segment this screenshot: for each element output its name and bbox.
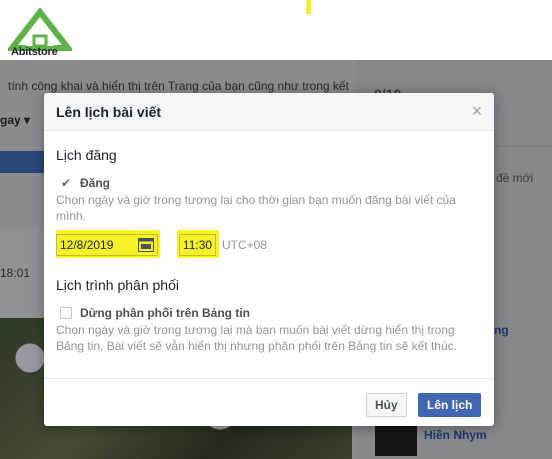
dialog-footer: Hủy Lên lịch [44,378,494,426]
page-top-bar [0,0,552,60]
background-link: đề mới [496,171,534,185]
publish-checkbox-row[interactable]: ✔ Đăng [60,176,110,190]
dialog-title: Lên lịch bài viết [56,104,162,120]
background-post-time: 18:01 [0,266,31,280]
calendar-icon[interactable] [138,237,154,252]
stop-distribution-row[interactable]: Dừng phân phối trên Bảng tin [60,306,250,320]
timezone-label: UTC+08 [222,238,268,252]
background-user-name: Hiền Nhym [424,428,487,442]
distribution-section-title: Lịch trình phân phối [56,277,179,293]
schedule-post-dialog: Lên lịch bài viết × Lịch đăng ✔ Đăng Chọ… [44,93,494,426]
highlight-mark [306,0,311,14]
publish-checkbox[interactable]: ✔ [60,176,72,190]
publish-help-text: Chọn ngày và giờ trong tương lai cho thờ… [56,193,456,223]
schedule-button[interactable]: Lên lịch [418,393,482,417]
publish-time-input[interactable] [179,234,216,256]
background-blue-text: ng [494,323,509,337]
publish-section-title: Lịch đăng [56,147,117,163]
background-blue-button [0,151,44,173]
publish-checkbox-label: Đăng [80,176,110,190]
logo-text: Abitstore [11,46,58,58]
stop-distribution-checkbox[interactable] [60,307,72,319]
dialog-header: Lên lịch bài viết × [44,93,494,131]
background-date-dropdown: gay ▾ [0,113,31,127]
distribution-help-text: Chọn ngày và giờ trong tương lai mà bạn … [56,323,457,353]
cancel-button[interactable]: Hủy [366,393,407,417]
close-icon[interactable]: × [468,102,486,120]
stop-distribution-label: Dừng phân phối trên Bảng tin [80,306,251,320]
